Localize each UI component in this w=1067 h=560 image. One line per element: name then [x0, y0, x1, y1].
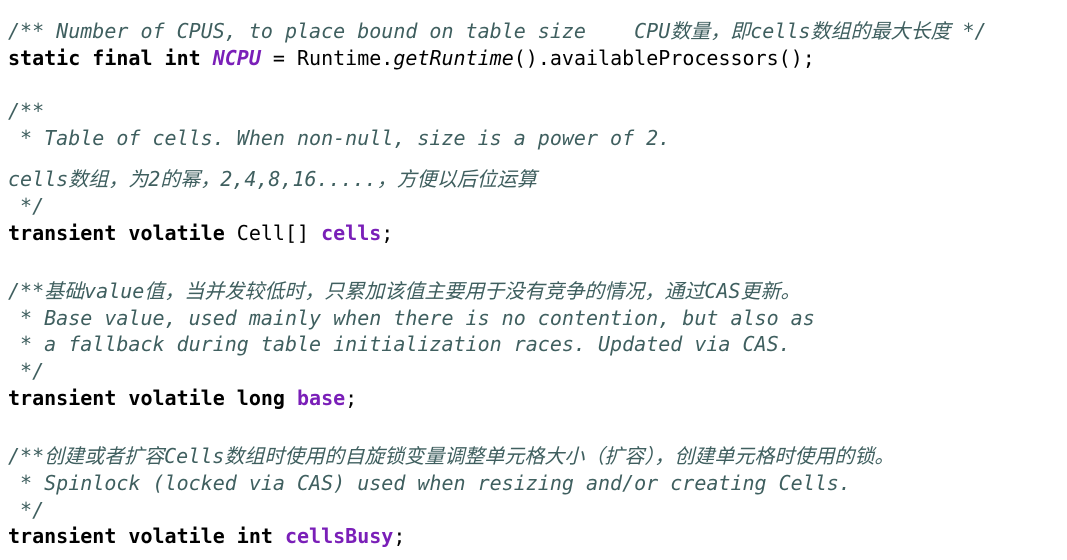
cellsbusy-javadoc-chinese-line: /**创建或者扩容Cells数组时使用的自旋锁变量调整单元格大小（扩容），创建单… [8, 444, 895, 468]
cells-modifiers: transient volatile [8, 221, 237, 245]
base-javadoc-close: */ [8, 359, 45, 383]
base-modifiers: transient volatile long [8, 386, 297, 410]
cells-javadoc-line: * Table of cells. When non-null, size is… [8, 126, 671, 150]
ncpu-javadoc-comment: /** Number of CPUS, to place bound on ta… [8, 19, 987, 43]
base-javadoc-line1: * Base value, used mainly when there is … [8, 306, 815, 330]
ncpu-assignment: = Runtime. [260, 46, 394, 70]
ncpu-modifiers: static final int [8, 46, 213, 70]
cells-declaration: transient volatile Cell[] cells; [8, 220, 393, 246]
base-semicolon: ; [345, 386, 358, 410]
ncpu-field-name: NCPU [212, 46, 261, 70]
cells-javadoc-chinese-line: cells数组，为2的幂，2,4,8,16.....，方便以后位运算 [8, 167, 537, 191]
cellsbusy-semicolon: ; [393, 524, 406, 548]
base-javadoc-line2: * a fallback during table initialization… [8, 332, 791, 356]
cells-javadoc-close: */ [8, 194, 45, 218]
cells-semicolon: ; [381, 221, 394, 245]
cells-javadoc-open: /** [8, 99, 45, 123]
base-declaration: transient volatile long base; [8, 385, 357, 411]
code-editor[interactable]: /** Number of CPUS, to place bound on ta… [8, 0, 1063, 560]
cellsbusy-javadoc-close: */ [8, 498, 45, 522]
cellsbusy-modifiers: transient volatile int [8, 524, 285, 548]
ncpu-declaration: static final int NCPU = Runtime.getRunti… [8, 45, 815, 71]
base-field-name: base [296, 386, 346, 410]
base-javadoc-chinese-line: /**基础value值，当并发较低时，只累加该值主要用于没有竞争的情况，通过CA… [8, 279, 801, 303]
ncpu-available-processors-call: ().availableProcessors(); [513, 46, 815, 70]
ncpu-getruntime-call: getRuntime [393, 46, 514, 70]
cellsbusy-declaration: transient volatile int cellsBusy; [8, 523, 405, 549]
cellsbusy-javadoc-line: * Spinlock (locked via CAS) used when re… [8, 471, 851, 495]
cells-type: Cell[] [236, 221, 322, 245]
cellsbusy-field-name: cellsBusy [284, 524, 394, 548]
cells-field-name: cells [321, 221, 382, 245]
